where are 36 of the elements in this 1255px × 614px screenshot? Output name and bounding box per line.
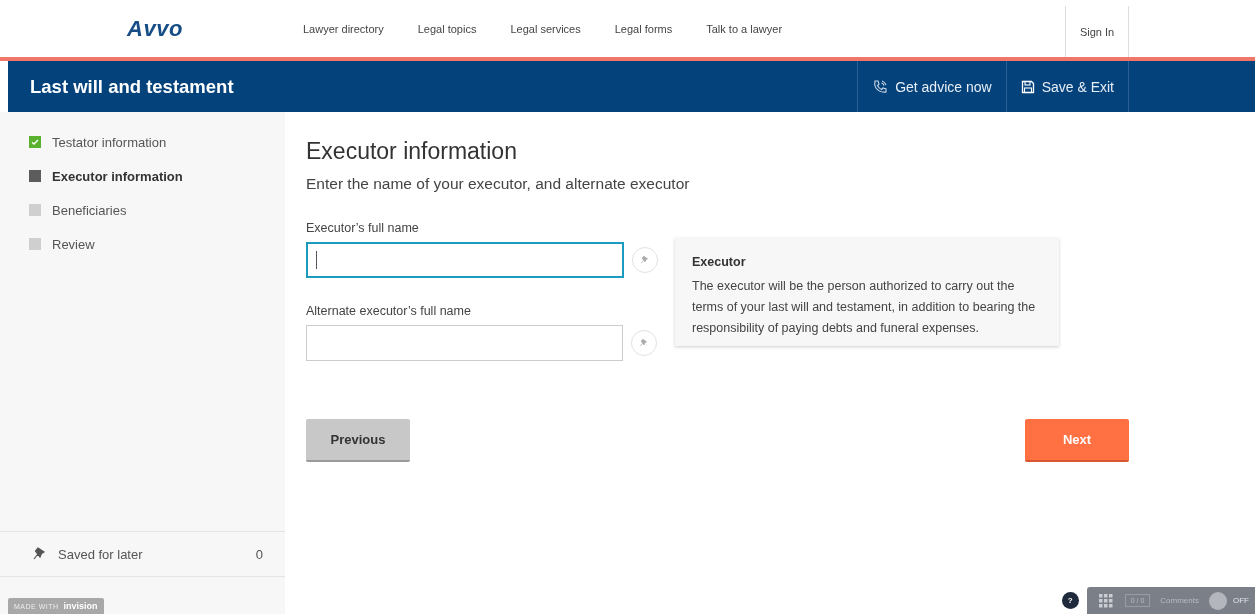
field-label: Executor’s full name bbox=[306, 221, 420, 235]
step-link[interactable]: Executor information bbox=[52, 168, 183, 184]
badge-brand: invision bbox=[63, 601, 98, 611]
save-exit-button[interactable]: Save & Exit bbox=[1005, 61, 1128, 112]
grid-icon[interactable] bbox=[1098, 593, 1115, 608]
save-icon bbox=[1020, 79, 1035, 94]
sign-in-link[interactable]: Sign In bbox=[1065, 6, 1129, 57]
step-link[interactable]: Review bbox=[52, 236, 95, 252]
help-title: Executor bbox=[692, 255, 746, 269]
previous-button[interactable]: Previous bbox=[306, 419, 410, 462]
nav-link[interactable]: Legal services bbox=[510, 22, 581, 35]
get-advice-button[interactable]: Get advice now bbox=[857, 61, 1006, 112]
saved-count: 0 bbox=[255, 546, 263, 562]
nav-link[interactable]: Lawyer directory bbox=[303, 22, 384, 35]
help-text: The executor will be the person authorized to carry out the terms of your last will and testament, in addition to bearing the responsibility of paying debts and funeral expenses. bbox=[692, 278, 1037, 337]
step-link[interactable]: Testator information bbox=[52, 134, 167, 150]
pin-button[interactable] bbox=[631, 330, 657, 356]
field-label: Alternate executor’s full name bbox=[306, 304, 472, 318]
nav-link[interactable]: Legal forms bbox=[614, 22, 673, 35]
pin-icon bbox=[639, 338, 649, 348]
page-title: Last will and testament bbox=[29, 75, 235, 98]
saved-for-later-label: Saved for later bbox=[58, 546, 144, 562]
form-heading: Executor information bbox=[306, 138, 518, 165]
logo[interactable]: Avvo bbox=[127, 15, 183, 42]
step-link[interactable]: Beneficiaries bbox=[52, 202, 127, 218]
nav-link[interactable]: Talk to a lawyer bbox=[706, 22, 783, 35]
pin-button[interactable] bbox=[632, 247, 658, 273]
nav-link[interactable]: Legal topics bbox=[417, 22, 477, 35]
toggle-switch[interactable] bbox=[1209, 591, 1227, 610]
text-field[interactable] bbox=[306, 242, 624, 278]
phone-icon bbox=[872, 78, 889, 95]
pin-icon bbox=[640, 255, 650, 265]
text-field[interactable] bbox=[306, 325, 623, 361]
form-subheading: Enter the name of your executor, and alternate executor bbox=[306, 175, 691, 193]
help-button[interactable]: ? bbox=[1061, 592, 1079, 609]
toggle-label: OFF bbox=[1233, 596, 1249, 605]
